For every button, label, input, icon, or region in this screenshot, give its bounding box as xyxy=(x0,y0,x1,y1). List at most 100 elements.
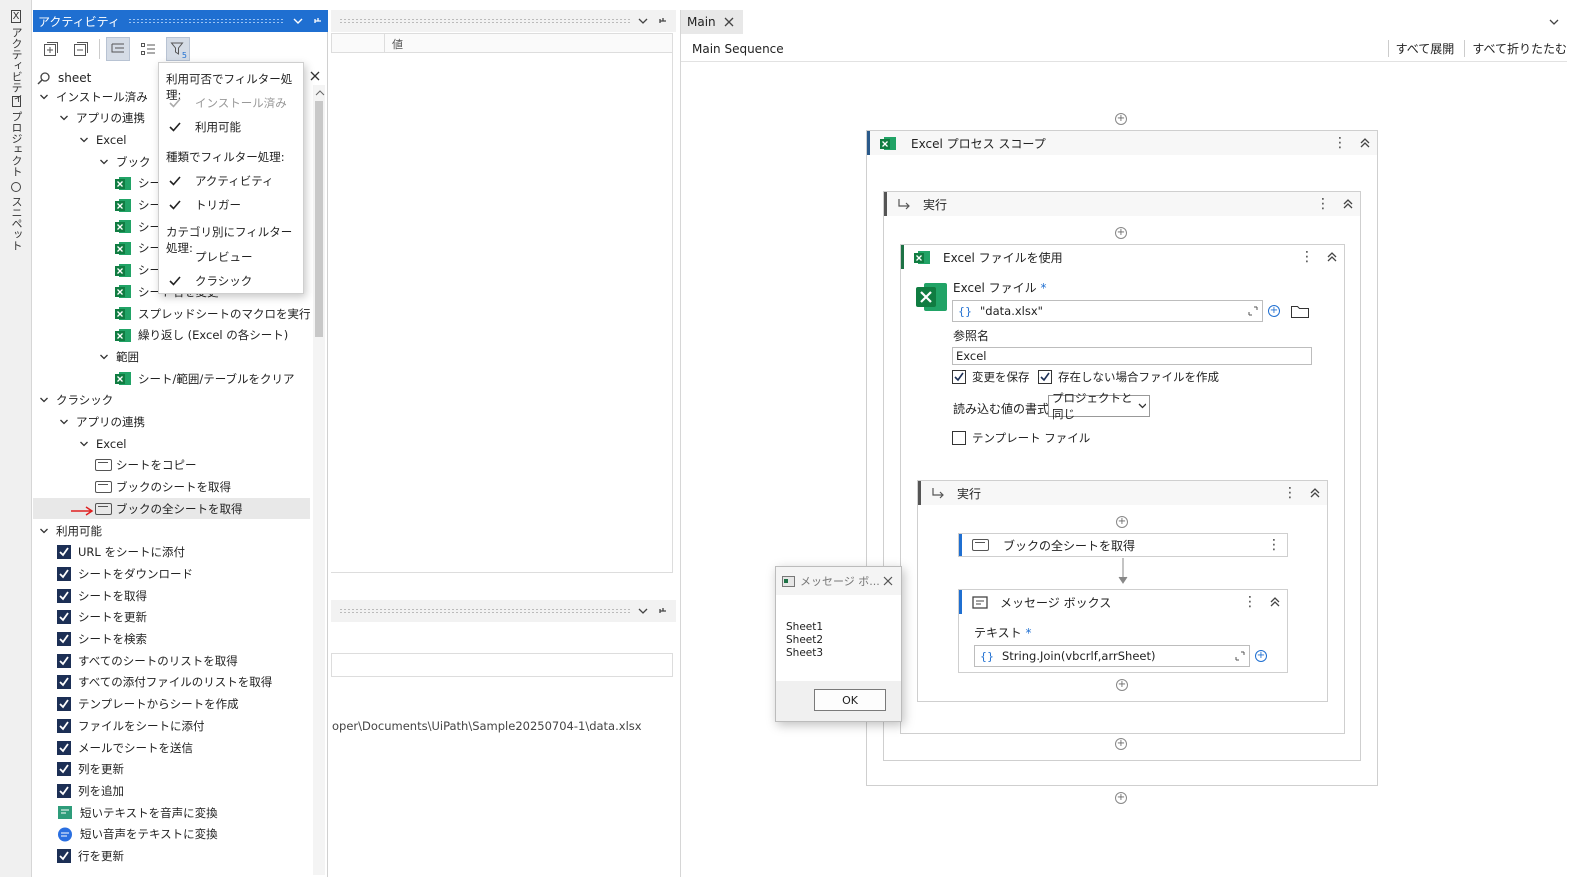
message-box-activity[interactable]: メッセージ ボックス ⋮ テキスト * {} String.Join(vbcrl… xyxy=(958,589,1288,673)
tree-item[interactable]: シートを検索 xyxy=(57,629,147,650)
excel-file-field[interactable]: {} "data.xlsx" xyxy=(952,300,1263,322)
expand-editor-icon[interactable] xyxy=(1235,651,1245,661)
tree-group[interactable]: アプリの連携 xyxy=(59,412,145,433)
more-icon[interactable]: ⋮ xyxy=(1283,485,1297,501)
filter-available[interactable]: 利用可能 xyxy=(167,119,241,135)
pin-icon[interactable] xyxy=(313,16,323,26)
scrollbar-thumb[interactable] xyxy=(315,101,323,337)
collapse-chevron-icon[interactable] xyxy=(1326,251,1338,263)
clear-search-icon[interactable] xyxy=(309,70,321,82)
add-activity-icon[interactable]: + xyxy=(1116,679,1128,691)
get-all-sheets-activity[interactable]: ブックの全シートを取得 ⋮ xyxy=(958,533,1288,557)
collapse-chevron-icon[interactable] xyxy=(1309,487,1321,499)
filter-classic[interactable]: クラシック xyxy=(167,273,252,289)
ref-name-value[interactable]: Excel xyxy=(956,349,986,363)
close-icon[interactable] xyxy=(883,576,893,586)
collapse-all-link[interactable]: すべて折りたたむ xyxy=(1464,40,1567,57)
collapse-chevron-icon[interactable] xyxy=(1359,137,1371,149)
tab-main[interactable]: Main xyxy=(681,10,743,34)
tree-item[interactable]: 列を更新 xyxy=(57,759,124,780)
more-icon[interactable]: ⋮ xyxy=(1316,196,1330,212)
tab-activities[interactable]: X アクティビティ xyxy=(8,10,24,104)
tree-item[interactable]: すべての添付ファイルのリストを取得 xyxy=(57,672,272,693)
tree-item[interactable]: シートを取得 xyxy=(57,585,147,606)
pin-icon[interactable] xyxy=(658,16,668,26)
more-icon[interactable]: ⋮ xyxy=(1333,135,1347,151)
tree-group[interactable]: クラシック xyxy=(39,390,113,411)
tab-snippets[interactable]: スニペット xyxy=(8,182,24,251)
close-icon[interactable] xyxy=(724,17,734,27)
tree-item[interactable]: 列を追加 xyxy=(57,780,124,801)
tree-item[interactable]: 短いテキストを音声に変換 xyxy=(57,802,218,823)
tree-group[interactable]: 範囲 xyxy=(99,346,139,367)
list-view-button[interactable] xyxy=(136,37,160,61)
filter-trigger[interactable]: トリガー xyxy=(167,197,241,213)
do-sequence-2[interactable]: 実行 ⋮ + ブックの全シートを取得 ⋮ メッセージ ボックス ⋮ テキスト *… xyxy=(917,480,1328,702)
tree-view-button[interactable] xyxy=(106,37,130,61)
filter-button[interactable]: 5 xyxy=(166,37,190,61)
template-file-checkbox[interactable]: テンプレート ファイル xyxy=(952,430,1090,446)
tree-item[interactable]: シートをコピー xyxy=(95,455,197,476)
filter-preview[interactable]: プレビュー xyxy=(167,249,253,265)
add-activity-icon[interactable]: + xyxy=(1115,227,1127,239)
tree-group[interactable]: ブック xyxy=(99,151,151,172)
tree-item[interactable]: すべてのシートのリストを取得 xyxy=(57,650,238,671)
read-format-select[interactable]: プロジェクトと同じ xyxy=(1048,391,1150,421)
tree-group[interactable]: Excel xyxy=(79,129,126,150)
collapse-all-button[interactable] xyxy=(69,37,93,61)
text-field[interactable]: {} String.Join(vbcrlf,arrSheet) xyxy=(974,645,1250,667)
chevron-down-icon[interactable] xyxy=(638,607,648,615)
expand-all-link[interactable]: すべて展開 xyxy=(1387,40,1454,57)
tree-item[interactable]: シートを更新 xyxy=(57,607,147,628)
chevron-down-icon[interactable] xyxy=(638,17,648,25)
add-activity-icon[interactable]: + xyxy=(1115,792,1127,804)
ref-name-field[interactable]: Excel xyxy=(952,347,1312,365)
more-icon[interactable]: ⋮ xyxy=(1243,594,1257,610)
tree-item[interactable]: URL をシートに添付 xyxy=(57,542,185,563)
add-value-icon[interactable]: + xyxy=(1268,305,1280,317)
collapse-chevron-icon[interactable] xyxy=(1269,596,1281,608)
tab-project[interactable]: プロジェクト xyxy=(8,96,24,177)
text-value[interactable]: String.Join(vbcrlf,arrSheet) xyxy=(1002,649,1155,663)
tree-item[interactable]: 短い音声をテキストに変換 xyxy=(57,824,218,845)
excel-process-scope[interactable]: Excel プロセス スコープ ⋮ 実行 ⋮ + Excel ファイルを使用 ⋮… xyxy=(866,130,1378,786)
add-activity-icon[interactable]: + xyxy=(1116,516,1128,528)
tree-item[interactable]: ブックのシートを取得 xyxy=(95,477,231,498)
tree-group[interactable]: 利用可能 xyxy=(39,520,102,541)
expand-all-button[interactable] xyxy=(39,37,63,61)
do-sequence-1[interactable]: 実行 ⋮ + Excel ファイルを使用 ⋮ Excel ファイル * {} "… xyxy=(883,191,1361,761)
pin-icon[interactable] xyxy=(658,606,668,616)
add-value-icon[interactable]: + xyxy=(1255,650,1267,662)
folder-icon[interactable] xyxy=(1290,303,1310,319)
add-activity-icon[interactable]: + xyxy=(1115,738,1127,750)
tree-group[interactable]: Excel xyxy=(79,433,126,454)
tree-item[interactable]: テンプレートからシートを作成 xyxy=(57,694,239,715)
tree-group[interactable]: インストール済み xyxy=(39,86,148,107)
tree-group[interactable]: アプリの連携 xyxy=(59,108,145,129)
add-activity-icon[interactable]: + xyxy=(1115,113,1127,125)
create-if-missing-checkbox[interactable]: 存在しない場合ファイルを作成 xyxy=(1038,369,1219,385)
save-changes-checkbox[interactable]: 変更を保存 xyxy=(952,369,1030,385)
output-filter-bar[interactable] xyxy=(331,653,673,677)
expand-editor-icon[interactable] xyxy=(1248,306,1258,316)
chevron-down-icon[interactable] xyxy=(1549,18,1559,26)
chevron-down-icon[interactable] xyxy=(293,17,303,25)
use-excel-file[interactable]: Excel ファイルを使用 ⋮ Excel ファイル * {} "data.xl… xyxy=(900,244,1345,734)
tree-item[interactable]: 行を更新 xyxy=(57,846,124,867)
search-input[interactable]: sheet xyxy=(58,71,91,85)
filter-installed[interactable]: インストール済み xyxy=(167,95,287,111)
more-icon[interactable]: ⋮ xyxy=(1267,537,1281,553)
tree-item[interactable]: ファイルをシートに添付 xyxy=(57,715,205,736)
tree-item[interactable]: スプレッドシートのマクロを実行 xyxy=(115,303,311,324)
collapse-chevron-icon[interactable] xyxy=(1342,198,1354,210)
tree-item[interactable]: 繰り返し (Excel の各シート) xyxy=(115,325,288,346)
breadcrumb-main-sequence[interactable]: Main Sequence xyxy=(692,42,784,56)
ok-button[interactable]: OK xyxy=(814,689,886,711)
filter-activity[interactable]: アクティビティ xyxy=(167,173,274,189)
tree-item[interactable]: シートをダウンロード xyxy=(57,563,193,584)
tree-item[interactable]: シート/範囲/テーブルをクリア xyxy=(115,368,295,389)
more-icon[interactable]: ⋮ xyxy=(1300,249,1314,265)
tree-item[interactable]: メールでシートを送信 xyxy=(57,737,193,758)
activities-scrollbar[interactable] xyxy=(313,85,325,875)
excel-file-value[interactable]: "data.xlsx" xyxy=(980,304,1043,318)
